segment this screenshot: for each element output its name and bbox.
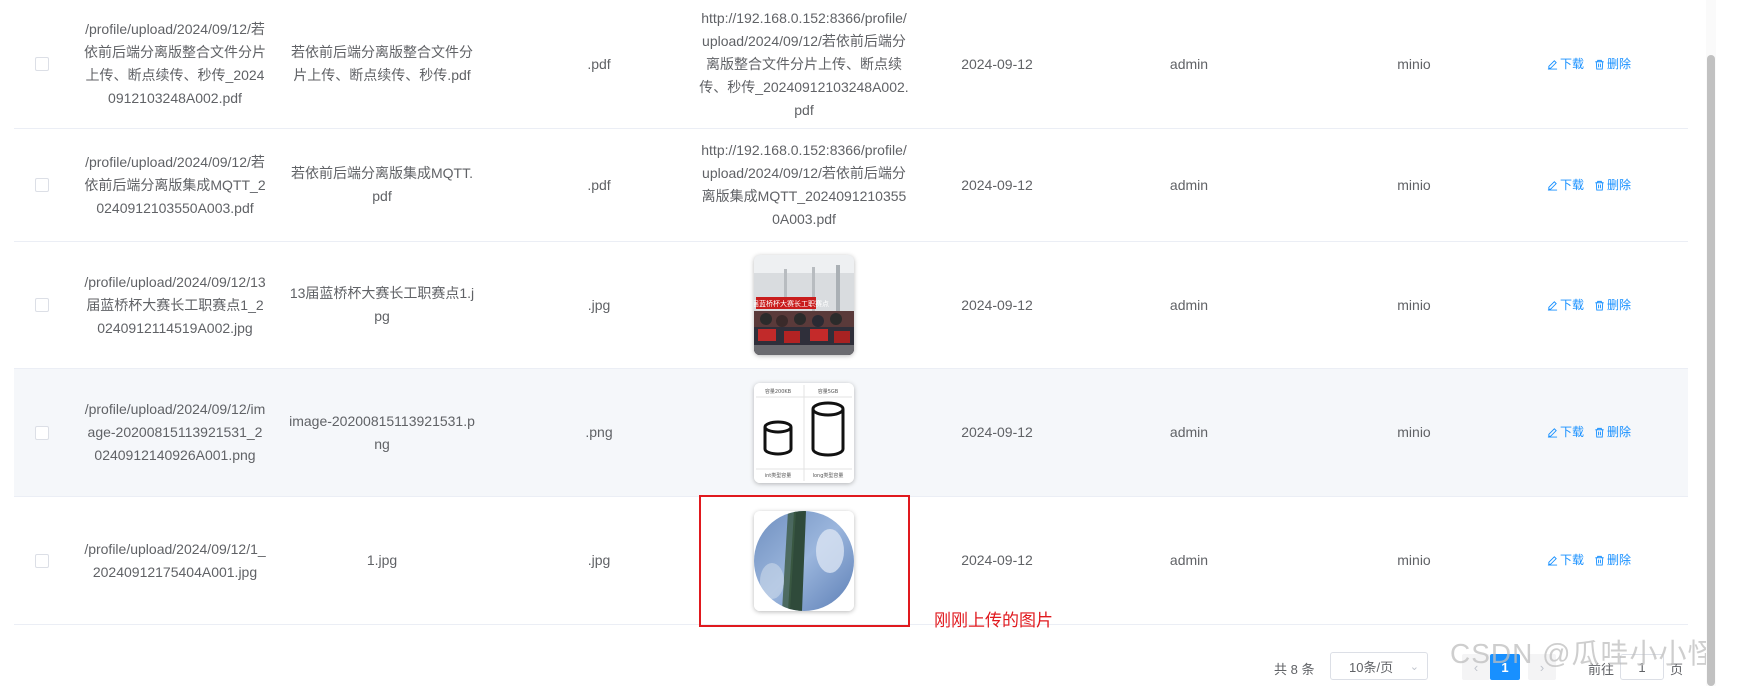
- file-ext: .pdf: [587, 176, 611, 193]
- row-checkbox[interactable]: [35, 553, 49, 568]
- file-ext: .jpg: [587, 296, 611, 313]
- annotation-text: 刚刚上传的图片: [934, 611, 1053, 630]
- row-checkbox[interactable]: [35, 57, 49, 71]
- delete-button[interactable]: 删除: [1594, 53, 1631, 76]
- uploader: admin: [1169, 552, 1209, 568]
- image-preview-classroom[interactable]: 13届蓝桥杯大赛长工职赛点: [754, 255, 854, 355]
- file-url: http://192.168.0.152:8366/profile/upload…: [701, 142, 907, 227]
- image-preview-cylinders[interactable]: 容量200KB 容量5GB int类型容量 long类型容量: [754, 382, 854, 483]
- delete-button[interactable]: 删除: [1594, 549, 1631, 572]
- trash-icon: [1595, 555, 1604, 566]
- download-button[interactable]: 下载: [1547, 294, 1584, 317]
- cylinder-left-top-label: 容量200KB: [765, 388, 792, 395]
- table-row: /profile/upload/2024/09/12/image-2020081…: [14, 369, 1688, 497]
- file-path: /profile/upload/2024/09/12/image-2020081…: [84, 401, 266, 463]
- watermark: CSDN @瓜哇小小怪: [1450, 638, 1717, 669]
- table-row: /profile/upload/2024/09/12/若依前后端分离版整合文件分…: [14, 0, 1688, 129]
- file-path: /profile/upload/2024/09/12/若依前后端分离版整合文件分…: [84, 21, 266, 106]
- download-button[interactable]: 下载: [1547, 174, 1584, 197]
- upload-date: 2024-09-12: [961, 552, 1033, 568]
- cylinder-right-bottom-label: long类型容量: [813, 472, 844, 479]
- row-checkbox[interactable]: [35, 425, 49, 440]
- download-label: 下载: [1559, 425, 1584, 439]
- scrollbar-thumb[interactable]: [1707, 55, 1715, 686]
- storage-service: minio: [1397, 55, 1431, 72]
- table-row: /profile/upload/2024/09/12/13届蓝桥杯大赛长工职赛点…: [14, 242, 1688, 369]
- file-ext: .png: [585, 424, 613, 440]
- delete-label: 删除: [1607, 56, 1632, 71]
- page-size-value: 10条/页: [1349, 659, 1394, 675]
- upload-date: 2024-09-12: [961, 55, 1033, 72]
- edit-icon: [1547, 59, 1558, 70]
- trash-icon: [1595, 59, 1604, 70]
- file-path: /profile/upload/2024/09/12/若依前后端分离版集成MQT…: [84, 153, 266, 216]
- trash-icon: [1595, 180, 1604, 191]
- download-label: 下载: [1559, 177, 1584, 192]
- file-name: 13届蓝桥杯大赛长工职赛点1.jpg: [289, 285, 475, 324]
- uploader: admin: [1169, 176, 1209, 193]
- upload-date: 2024-09-12: [961, 176, 1033, 193]
- chevron-down-icon: ⌄: [1409, 661, 1419, 673]
- delete-button[interactable]: 删除: [1594, 174, 1631, 197]
- edit-icon: [1547, 556, 1558, 566]
- total-count: 共 8 条: [1274, 662, 1315, 677]
- delete-label: 删除: [1607, 177, 1632, 192]
- edit-icon: [1547, 180, 1558, 191]
- uploader: admin: [1169, 296, 1209, 313]
- storage-service: minio: [1397, 552, 1431, 568]
- file-url: http://192.168.0.152:8366/profile/upload…: [699, 9, 909, 118]
- file-ext: .jpg: [587, 552, 611, 568]
- download-button[interactable]: 下载: [1547, 53, 1584, 76]
- edit-icon: [1547, 428, 1558, 438]
- uploader: admin: [1169, 424, 1209, 440]
- file-name: 1.jpg: [366, 552, 398, 568]
- upload-date: 2024-09-12: [961, 296, 1033, 313]
- storage-service: minio: [1397, 424, 1431, 440]
- file-path: /profile/upload/2024/09/12/1_20240912175…: [84, 540, 266, 580]
- highlight-box: [699, 495, 910, 627]
- delete-label: 删除: [1607, 425, 1632, 439]
- upload-date: 2024-09-12: [961, 424, 1033, 440]
- storage-service: minio: [1397, 176, 1431, 193]
- cylinder-right-top-label: 容量5GB: [818, 388, 839, 395]
- table-row: /profile/upload/2024/09/12/若依前后端分离版集成MQT…: [14, 129, 1688, 242]
- download-label: 下载: [1559, 297, 1584, 312]
- trash-icon: [1595, 427, 1604, 438]
- row-checkbox[interactable]: [35, 298, 49, 312]
- storage-service: minio: [1397, 296, 1431, 313]
- file-name: 若依前后端分离版集成MQTT.pdf: [291, 165, 473, 204]
- delete-label: 删除: [1607, 297, 1632, 312]
- cylinder-left-bottom-label: int类型容量: [765, 472, 792, 479]
- uploader: admin: [1169, 55, 1209, 72]
- edit-icon: [1547, 300, 1558, 311]
- file-path: /profile/upload/2024/09/12/13届蓝桥杯大赛长工职赛点…: [84, 273, 266, 336]
- download-button[interactable]: 下载: [1547, 549, 1584, 572]
- delete-button[interactable]: 删除: [1594, 294, 1631, 317]
- delete-button[interactable]: 删除: [1594, 421, 1631, 444]
- row-checkbox[interactable]: [35, 178, 49, 192]
- download-button[interactable]: 下载: [1547, 421, 1584, 444]
- download-label: 下载: [1559, 553, 1584, 567]
- download-label: 下载: [1559, 56, 1584, 71]
- banner-text: 13届蓝桥杯大赛长工职赛点: [754, 299, 829, 308]
- trash-icon: [1595, 300, 1604, 311]
- page-size-select[interactable]: 10条/页 ⌄: [1330, 652, 1428, 680]
- file-name: image-20200815113921531.png: [289, 412, 475, 452]
- file-name: 若依前后端分离版整合文件分片上传、断点续传、秒传.pdf: [291, 44, 473, 83]
- file-ext: .pdf: [587, 55, 611, 72]
- delete-label: 删除: [1607, 553, 1632, 567]
